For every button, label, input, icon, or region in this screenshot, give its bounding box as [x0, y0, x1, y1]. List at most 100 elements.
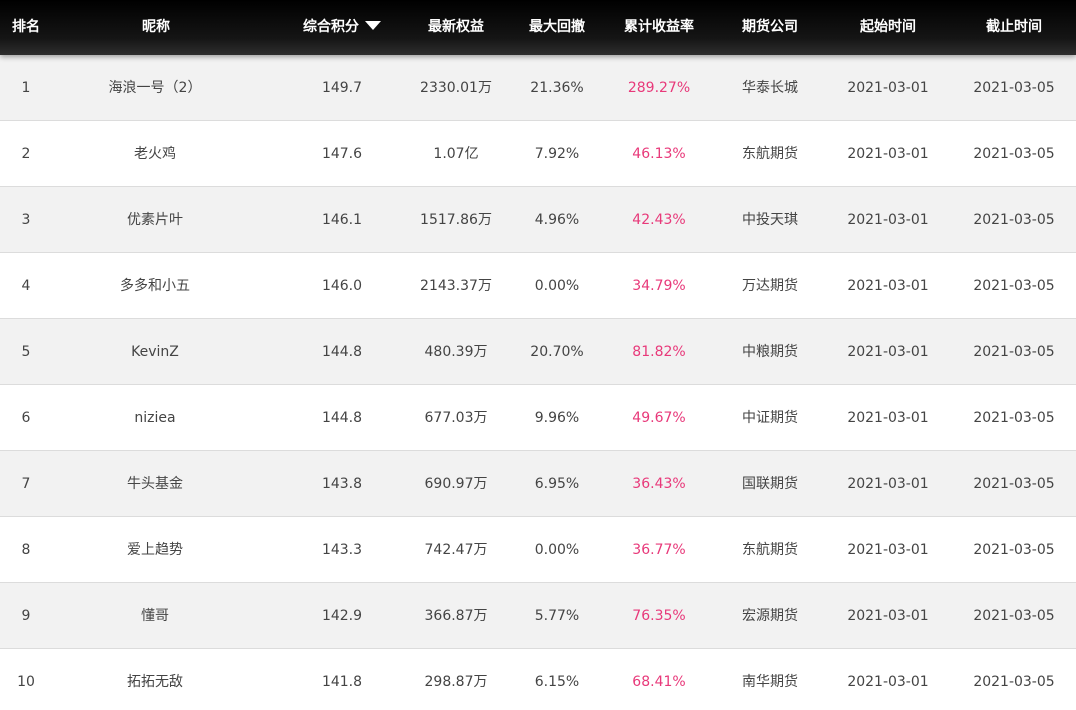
end-time-cell: 2021-03-05 [973, 278, 1055, 294]
equity-cell: 677.03万 [424, 410, 488, 426]
table-row[interactable]: 6 niziea 144.8 677.03万 9.96% 49.67% 中证期货 2021-0… [0, 385, 1076, 451]
nickname-cell: 爱上趋势 [127, 542, 183, 558]
nickname-cell: niziea [134, 410, 176, 426]
return-rate-cell: 36.43% [632, 476, 686, 492]
table-header: 排名 昵称 综合积分 最新权益 最大回撤 累计收益率 期货公司 起始时间 截止时… [0, 0, 1076, 55]
score-cell: 144.8 [321, 344, 363, 360]
drawdown-cell: 5.77% [534, 608, 580, 624]
company-cell: 南华期货 [742, 674, 798, 690]
return-rate-cell: 36.77% [632, 542, 686, 558]
table-row[interactable]: 5 KevinZ 144.8 480.39万 20.70% 81.82% 中粮期货 2021-… [0, 319, 1076, 385]
company-cell: 中投天琪 [742, 212, 798, 228]
equity-cell: 366.87万 [424, 608, 488, 624]
drawdown-cell: 0.00% [534, 542, 580, 558]
table-row[interactable]: 10 拓拓无敌 141.8 298.87万 6.15% 68.41% 南华期货 2021-03… [0, 649, 1076, 710]
table-row[interactable]: 8 爱上趋势 143.3 742.47万 0.00% 36.77% 东航期货 2021-03-… [0, 517, 1076, 583]
header-return-rate[interactable]: 累计收益率 [624, 0, 694, 55]
start-time-cell: 2021-03-01 [847, 410, 929, 426]
company-cell: 中证期货 [742, 410, 798, 426]
end-time-cell: 2021-03-05 [973, 608, 1055, 624]
header-rank[interactable]: 排名 [12, 0, 40, 55]
return-rate-cell: 42.43% [632, 212, 686, 228]
score-cell: 147.6 [321, 146, 363, 162]
start-time-cell: 2021-03-01 [847, 674, 929, 690]
start-time-cell: 2021-03-01 [847, 476, 929, 492]
header-score[interactable]: 综合积分 [303, 0, 381, 55]
end-time-cell: 2021-03-05 [973, 410, 1055, 426]
table-row[interactable]: 9 懂哥 142.9 366.87万 5.77% 76.35% 宏源期货 2021-03-01… [0, 583, 1076, 649]
table-row[interactable]: 1 海浪一号（2） 149.7 2330.01万 21.36% 289.27% 华泰长城 20… [0, 55, 1076, 121]
equity-cell: 2143.37万 [420, 278, 492, 294]
header-equity[interactable]: 最新权益 [428, 0, 484, 55]
rank-cell: 4 [21, 278, 31, 294]
drawdown-cell: 7.92% [534, 146, 580, 162]
start-time-cell: 2021-03-01 [847, 80, 929, 96]
header-end-time[interactable]: 截止时间 [986, 0, 1042, 55]
score-cell: 143.8 [321, 476, 363, 492]
start-time-cell: 2021-03-01 [847, 344, 929, 360]
table-row[interactable]: 3 优素片叶 146.1 1517.86万 4.96% 42.43% 中投天琪 2021-03… [0, 187, 1076, 253]
header-score-label: 综合积分 [303, 19, 359, 35]
company-cell: 国联期货 [742, 476, 798, 492]
start-time-cell: 2021-03-01 [847, 146, 929, 162]
drawdown-cell: 21.36% [530, 80, 584, 96]
rank-cell: 10 [17, 674, 35, 690]
end-time-cell: 2021-03-05 [973, 80, 1055, 96]
table-row[interactable]: 4 多多和小五 146.0 2143.37万 0.00% 34.79% 万达期货 2021-0… [0, 253, 1076, 319]
company-cell: 东航期货 [742, 146, 798, 162]
company-cell: 中粮期货 [742, 344, 798, 360]
equity-cell: 1517.86万 [420, 212, 492, 228]
header-start-time[interactable]: 起始时间 [860, 0, 916, 55]
drawdown-cell: 0.00% [534, 278, 580, 294]
company-cell: 宏源期货 [742, 608, 798, 624]
drawdown-cell: 6.95% [534, 476, 580, 492]
nickname-cell: 多多和小五 [120, 278, 190, 294]
end-time-cell: 2021-03-05 [973, 476, 1055, 492]
start-time-cell: 2021-03-01 [847, 212, 929, 228]
return-rate-cell: 68.41% [632, 674, 686, 690]
end-time-cell: 2021-03-05 [973, 674, 1055, 690]
equity-cell: 742.47万 [424, 542, 488, 558]
end-time-cell: 2021-03-05 [973, 344, 1055, 360]
table-body: 1 海浪一号（2） 149.7 2330.01万 21.36% 289.27% 华泰长城 20… [0, 55, 1076, 710]
score-cell: 141.8 [321, 674, 363, 690]
nickname-cell: KevinZ [131, 344, 179, 360]
drawdown-cell: 9.96% [534, 410, 580, 426]
sort-down-icon[interactable] [365, 21, 381, 30]
rank-cell: 3 [21, 212, 31, 228]
drawdown-cell: 20.70% [530, 344, 584, 360]
equity-cell: 2330.01万 [420, 80, 492, 96]
rank-cell: 1 [21, 80, 31, 96]
header-company[interactable]: 期货公司 [742, 0, 798, 55]
end-time-cell: 2021-03-05 [973, 146, 1055, 162]
rank-cell: 2 [21, 146, 31, 162]
equity-cell: 480.39万 [424, 344, 488, 360]
nickname-cell: 老火鸡 [134, 146, 176, 162]
nickname-cell: 优素片叶 [127, 212, 183, 228]
nickname-cell: 海浪一号（2） [108, 80, 202, 96]
end-time-cell: 2021-03-05 [973, 542, 1055, 558]
rank-cell: 5 [21, 344, 31, 360]
ranking-table: 排名 昵称 综合积分 最新权益 最大回撤 累计收益率 期货公司 起始时间 截止时… [0, 0, 1076, 710]
start-time-cell: 2021-03-01 [847, 608, 929, 624]
rank-cell: 6 [21, 410, 31, 426]
company-cell: 华泰长城 [742, 80, 798, 96]
end-time-cell: 2021-03-05 [973, 212, 1055, 228]
score-cell: 146.1 [321, 212, 363, 228]
return-rate-cell: 46.13% [632, 146, 686, 162]
score-cell: 149.7 [321, 80, 363, 96]
nickname-cell: 牛头基金 [127, 476, 183, 492]
start-time-cell: 2021-03-01 [847, 278, 929, 294]
equity-cell: 690.97万 [424, 476, 488, 492]
drawdown-cell: 4.96% [534, 212, 580, 228]
start-time-cell: 2021-03-01 [847, 542, 929, 558]
nickname-cell: 懂哥 [141, 608, 169, 624]
return-rate-cell: 49.67% [632, 410, 686, 426]
score-cell: 146.0 [321, 278, 363, 294]
header-nickname[interactable]: 昵称 [142, 0, 170, 55]
nickname-cell: 拓拓无敌 [127, 674, 183, 690]
table-row[interactable]: 7 牛头基金 143.8 690.97万 6.95% 36.43% 国联期货 2021-03-… [0, 451, 1076, 517]
header-drawdown[interactable]: 最大回撤 [529, 0, 585, 55]
table-row[interactable]: 2 老火鸡 147.6 1.07亿 7.92% 46.13% 东航期货 2021-03-01 2… [0, 121, 1076, 187]
rank-cell: 7 [21, 476, 31, 492]
